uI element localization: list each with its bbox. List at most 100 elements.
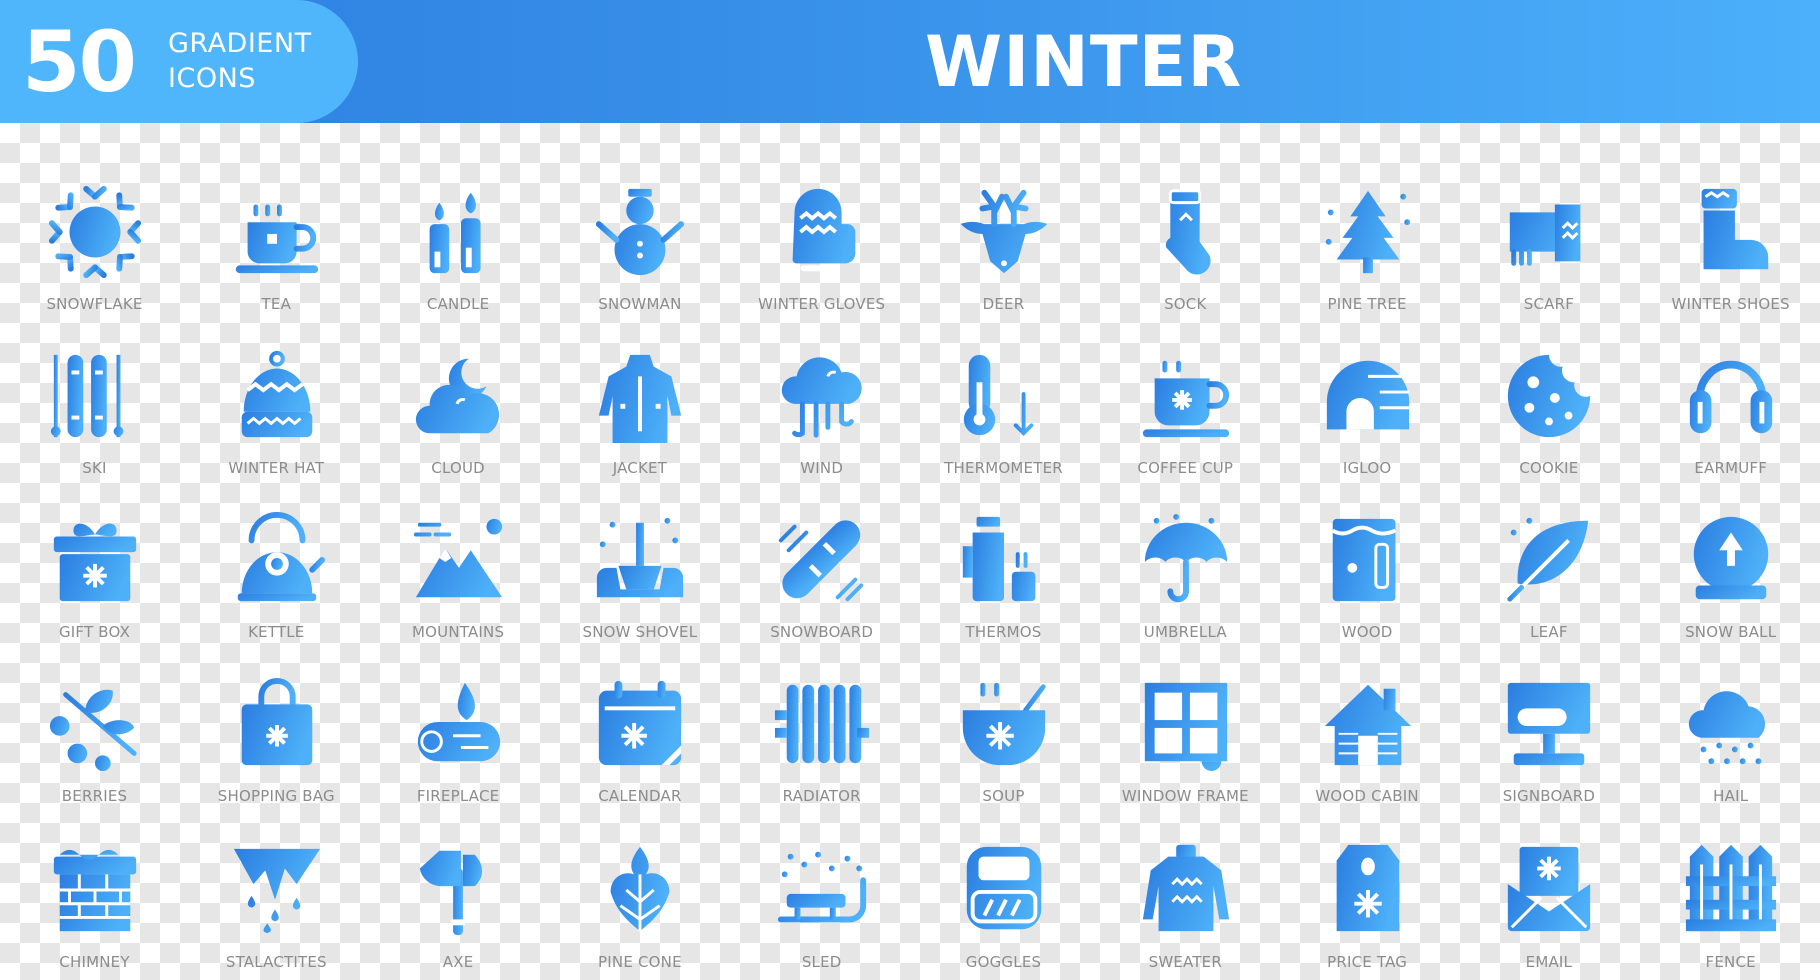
icon-tile-scarf: SCARF [1458, 145, 1639, 313]
icon-tile-kettle: KETTLE [186, 473, 367, 641]
jacket-icon [599, 354, 682, 444]
ski-icon [50, 354, 124, 438]
calendar-icon [599, 680, 682, 766]
icon-tile-candle: CANDLE [368, 145, 549, 313]
icon-tile-mountains: MOUNTAINS [368, 473, 549, 641]
icon-tile-fireplace: FIREPLACE [368, 637, 549, 805]
scarf-icon [1510, 204, 1581, 266]
snowman-icon [596, 188, 685, 276]
icon-tile-soup: SOUP [913, 637, 1094, 805]
snowflake-icon [48, 185, 142, 279]
berries-icon [49, 689, 137, 772]
shoes-icon [1701, 188, 1769, 270]
icon-tile-snowball: SNOW BALL [1640, 473, 1820, 641]
window-icon [1144, 682, 1227, 772]
pinecone-icon [610, 846, 670, 932]
umbrella-icon [1144, 513, 1227, 603]
icon-tile-snowflake: SNOWFLAKE [4, 145, 185, 313]
icon-tile-jacket: JACKET [549, 309, 730, 477]
icon-tile-snowman: SNOWMAN [549, 145, 730, 313]
bag-icon [241, 678, 313, 766]
axe-icon [419, 850, 482, 936]
icon-tile-window: WINDOW FRAME [1095, 637, 1276, 805]
cabin-icon [1324, 684, 1411, 766]
icon-label: AXE [442, 953, 474, 971]
icon-tile-sweater: SWEATER [1095, 803, 1276, 971]
sweater-icon [1142, 844, 1229, 932]
thermometer-icon [963, 352, 1040, 437]
chimney-icon [53, 849, 137, 932]
leaf-icon [1507, 517, 1589, 602]
stalactites-icon [233, 848, 320, 934]
icon-tile-goggles: GOGGLES [913, 803, 1094, 971]
earmuff-icon [1690, 360, 1773, 434]
icon-label: CHIMNEY [59, 953, 130, 971]
icon-tile-berries: BERRIES [4, 637, 185, 805]
icon-tile-pine: PINE TREE [1277, 145, 1458, 313]
thermos-icon [962, 516, 1036, 602]
icon-tile-sled: SLED [731, 803, 912, 971]
icon-tile-calendar: CALENDAR [549, 637, 730, 805]
icon-tile-cookie: COOKIE [1458, 309, 1639, 477]
gift-icon [53, 523, 137, 602]
icon-label: FENCE [1705, 953, 1756, 971]
icon-tile-shovel: SNOW SHOVEL [549, 473, 730, 641]
icon-tile-gift: GIFT BOX [4, 473, 185, 641]
icon-tile-hail: HAIL [1640, 637, 1820, 805]
icon-tile-ski: SKI [4, 309, 185, 477]
mountains-icon [413, 518, 502, 598]
icon-tile-tea: TEA [186, 145, 367, 313]
tea-icon [235, 204, 318, 274]
icon-tile-stalactites: STALACTITES [186, 803, 367, 971]
radiator-icon [775, 684, 870, 764]
icon-label: SWEATER [1148, 953, 1222, 971]
icon-tile-radiator: RADIATOR [731, 637, 912, 805]
icon-count: 50 [22, 13, 137, 111]
gloves-icon [792, 188, 856, 272]
icon-tile-wind: WIND [731, 309, 912, 477]
pine-icon [1325, 190, 1410, 274]
igloo-icon [1326, 360, 1409, 430]
badge-caption-line1: GRADIENT [168, 28, 312, 59]
icon-tile-deer: DEER [913, 145, 1094, 313]
icon-tile-cabin: WOOD CABIN [1277, 637, 1458, 805]
icon-tile-cloud: CLOUD [368, 309, 549, 477]
signboard-icon [1508, 682, 1591, 766]
icon-tile-axe: AXE [368, 803, 549, 971]
coffee-icon [1142, 360, 1229, 438]
badge-caption: GRADIENT ICONS [168, 26, 312, 96]
icon-tile-gloves: WINTER GLOVES [731, 145, 912, 313]
wood-icon [1331, 518, 1408, 602]
icon-tile-thermometer: THERMOMETER [913, 309, 1094, 477]
sled-icon [778, 851, 867, 923]
icon-tile-bag: SHOPPING BAG [186, 637, 367, 805]
deer-icon [960, 189, 1048, 274]
soup-icon [962, 682, 1046, 766]
page-title: WINTER [925, 21, 1243, 103]
icon-tile-pricetag: PRICE TAG [1277, 803, 1458, 971]
fence-icon [1686, 844, 1777, 932]
icon-tile-chimney: CHIMNEY [4, 803, 185, 971]
hail-icon [1689, 691, 1766, 765]
sock-icon [1165, 189, 1211, 275]
icon-count-badge: 50 GRADIENT ICONS [0, 0, 358, 123]
icon-tile-pinecone: PINE CONE [549, 803, 730, 971]
icon-grid: SNOWFLAKE TEA CANDLE SNOWMAN WINTER GLOVES DE… [0, 123, 1820, 980]
icon-tile-shoes: WINTER SHOES [1640, 145, 1820, 313]
icon-tile-sock: SOCK [1095, 145, 1276, 313]
icon-label: STALACTITES [225, 953, 327, 971]
icon-label: SLED [801, 953, 842, 971]
cookie-icon [1508, 354, 1591, 438]
goggles-icon [966, 846, 1042, 930]
email-icon [1508, 846, 1591, 932]
hat-icon [241, 350, 313, 438]
snowball-icon [1693, 516, 1769, 600]
icon-tile-hat: WINTER HAT [186, 309, 367, 477]
icon-tile-leaf: LEAF [1458, 473, 1639, 641]
icon-tile-earmuff: EARMUFF [1640, 309, 1820, 477]
icon-tile-signboard: SIGNBOARD [1458, 637, 1639, 805]
header-banner: 50 GRADIENT ICONS WINTER [0, 0, 1820, 123]
fireplace-icon [417, 682, 500, 762]
pricetag-icon [1336, 844, 1399, 932]
icon-tile-igloo: IGLOO [1277, 309, 1458, 477]
